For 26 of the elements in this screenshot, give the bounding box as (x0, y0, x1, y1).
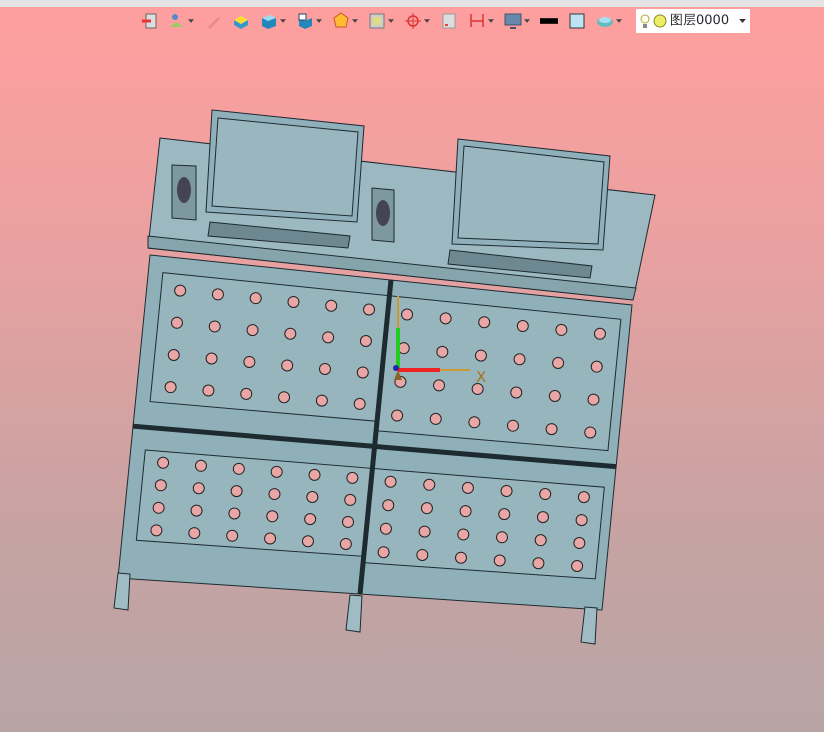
caret-icon (524, 19, 530, 23)
caret-icon (188, 19, 194, 23)
exit-icon (140, 12, 158, 30)
crosshair-icon (404, 12, 422, 30)
monitor-icon (504, 12, 522, 30)
fill-square-icon (568, 12, 586, 30)
layer-dropdown[interactable]: 图层0000 (636, 9, 750, 33)
cube-icon (296, 12, 314, 30)
frame-icon (368, 12, 386, 30)
dimension-icon (468, 12, 486, 30)
caret-icon (616, 19, 622, 23)
caret-icon (280, 19, 286, 23)
toolbar-button[interactable] (538, 16, 560, 26)
lightbulb-icon (640, 14, 650, 28)
axis-label: X (476, 368, 486, 386)
square-icon (440, 12, 458, 30)
circle-icon (653, 14, 667, 28)
polygon-icon (332, 12, 350, 30)
cube-icon (260, 12, 278, 30)
caret-icon (488, 19, 494, 23)
caret-icon (739, 18, 746, 23)
caret-icon (352, 19, 358, 23)
caret-icon (316, 19, 322, 23)
caret-icon (424, 19, 430, 23)
caret-icon (388, 19, 394, 23)
landscape-icon (168, 12, 186, 30)
